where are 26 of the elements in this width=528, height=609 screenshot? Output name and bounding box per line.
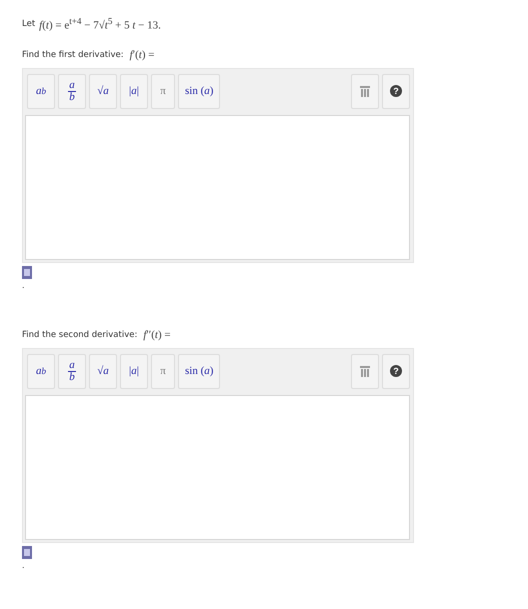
help-button[interactable]: ? [382, 74, 410, 108]
period-text: . [22, 561, 26, 572]
math-button[interactable]: √a [89, 74, 117, 108]
pi-button[interactable]: π [151, 74, 175, 108]
trash-button[interactable] [351, 354, 379, 388]
document-icon [22, 266, 32, 279]
math-button[interactable]: √a [89, 354, 117, 388]
question-prompt: Find the second derivative: [22, 330, 138, 340]
math-button[interactable]: |a| [120, 74, 148, 108]
math-button[interactable]: sin (a) [178, 74, 220, 108]
math-button[interactable]: |a| [120, 354, 148, 388]
derivative-label: f′′(t) = [143, 329, 171, 341]
function-formula: f(t) = e$^{t+4}$ − 7√t$^{5}$ + 5 t − 13. [39, 16, 161, 32]
help-button[interactable]: ? [382, 354, 410, 388]
fraction-button[interactable]: a b [58, 74, 86, 108]
trash-icon [360, 86, 370, 96]
period-text: . [22, 281, 26, 292]
trash-button[interactable] [351, 74, 379, 108]
fraction-button[interactable]: a b [58, 354, 86, 388]
trash-icon [360, 366, 370, 376]
intro-text: Let [22, 19, 36, 29]
math-button[interactable]: sin (a) [178, 354, 220, 388]
document-icon [22, 546, 32, 559]
derivative-label: f′(t) = [130, 49, 154, 61]
question-prompt: Find the first derivative: [22, 50, 124, 60]
pi-button[interactable]: π [151, 354, 175, 388]
